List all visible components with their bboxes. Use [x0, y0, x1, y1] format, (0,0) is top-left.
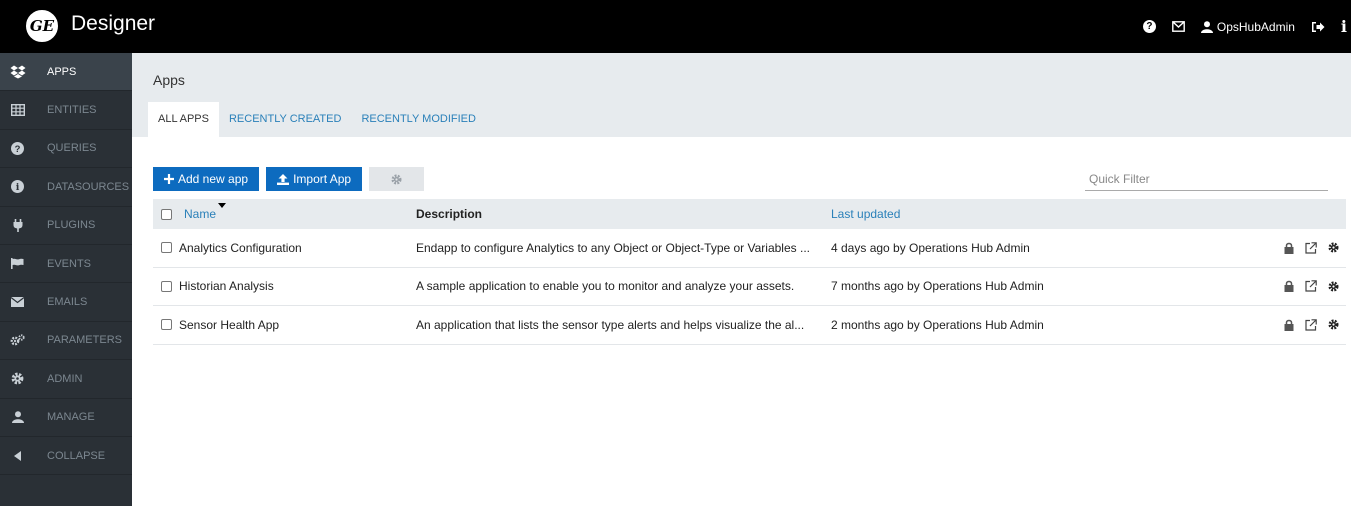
- add-new-app-label: Add new app: [178, 172, 249, 186]
- external-link-icon[interactable]: [1305, 318, 1317, 331]
- sidebar-item-label: COLLAPSE: [47, 449, 106, 462]
- column-header-last-updated[interactable]: Last updated: [831, 207, 1131, 221]
- sidebar-item-label: QUERIES: [47, 142, 97, 155]
- gear-icon[interactable]: [1328, 319, 1339, 331]
- lock-icon[interactable]: [1284, 242, 1294, 254]
- upload-icon: [277, 173, 290, 185]
- column-header-name[interactable]: Name: [184, 203, 227, 221]
- sidebar-item-label: PLUGINS: [47, 219, 96, 232]
- add-new-app-button[interactable]: Add new app: [153, 167, 260, 191]
- sidebar-item-label: MANAGE: [47, 411, 95, 424]
- sidebar-item-admin[interactable]: ADMIN: [0, 360, 132, 399]
- sidebar-item-label: ENTITIES: [47, 104, 97, 117]
- sidebar-item-queries[interactable]: ? QUERIES: [0, 130, 132, 169]
- page-title: Apps: [153, 72, 185, 88]
- sidebar-item-label: EVENTS: [47, 257, 92, 270]
- app-description: Endapp to configure Analytics to any Obj…: [416, 240, 810, 255]
- lock-icon[interactable]: [1284, 319, 1294, 331]
- app-description: An application that lists the sensor typ…: [416, 317, 805, 332]
- app-name[interactable]: Sensor Health App: [179, 318, 279, 332]
- column-header-description: Description: [416, 207, 483, 221]
- page-header: Apps ALL APPS RECENTLY CREATED RECENTLY …: [132, 53, 1351, 137]
- gear-icon: [8, 372, 27, 385]
- table-header: Name Description Last updated: [153, 199, 1346, 229]
- gear-icon: [391, 174, 402, 184]
- tab-recently-created[interactable]: RECENTLY CREATED: [219, 102, 351, 137]
- app-description: A sample application to enable you to mo…: [416, 279, 795, 294]
- import-app-button[interactable]: Import App: [266, 167, 363, 191]
- plug-icon: [8, 218, 27, 232]
- row-checkbox[interactable]: [161, 280, 172, 292]
- info-circle-icon: i: [8, 180, 27, 194]
- dropbox-icon: [8, 65, 27, 79]
- ge-logo: GE: [26, 10, 58, 42]
- table-row[interactable]: Sensor Health App An application that li…: [153, 306, 1346, 345]
- app-name[interactable]: Historian Analysis: [179, 279, 274, 293]
- app-last-updated: 7 months ago by Operations Hub Admin: [831, 279, 1044, 294]
- sidebar-item-datasources[interactable]: i DATASOURCES: [0, 168, 132, 207]
- envelope-icon[interactable]: [1171, 21, 1185, 32]
- sidebar-item-label: ADMIN: [47, 372, 83, 385]
- table-row[interactable]: Analytics Configuration Endapp to config…: [153, 229, 1346, 268]
- top-bar-actions: ? OpsHubAdmin i: [1142, 0, 1351, 53]
- sidebar-item-label: DATASOURCES: [47, 180, 130, 193]
- app-name[interactable]: Analytics Configuration: [179, 241, 302, 255]
- tab-recently-modified[interactable]: RECENTLY MODIFIED: [351, 102, 486, 137]
- select-all-checkbox[interactable]: [161, 208, 172, 220]
- app-title: Designer: [71, 12, 156, 35]
- app-last-updated: 4 days ago by Operations Hub Admin: [831, 240, 1030, 255]
- external-link-icon[interactable]: [1305, 280, 1317, 292]
- top-bar: GE Designer ? OpsHubAdmin i: [0, 0, 1351, 53]
- cogs-icon: [8, 334, 27, 346]
- plus-icon: [164, 174, 174, 184]
- gear-icon[interactable]: [1328, 242, 1339, 254]
- table-row[interactable]: Historian Analysis A sample application …: [153, 268, 1346, 306]
- user-name: OpsHubAdmin: [1216, 19, 1295, 34]
- toolbar: Add new app Import App: [153, 167, 425, 191]
- main-content: Apps ALL APPS RECENTLY CREATED RECENTLY …: [132, 53, 1351, 506]
- quick-filter-input[interactable]: [1085, 167, 1328, 191]
- sidebar-item-entities[interactable]: ENTITIES: [0, 91, 132, 130]
- sidebar-item-apps[interactable]: APPS: [0, 53, 132, 92]
- app-last-updated: 2 months ago by Operations Hub Admin: [831, 317, 1044, 332]
- user-icon: [1200, 20, 1213, 33]
- import-app-label: Import App: [293, 172, 352, 186]
- caret-left-icon: [8, 450, 27, 461]
- sign-out-icon[interactable]: [1311, 21, 1325, 33]
- user-icon: [8, 411, 27, 424]
- sidebar-item-label: APPS: [47, 65, 77, 78]
- info-icon[interactable]: i: [1341, 17, 1347, 36]
- external-link-icon[interactable]: [1305, 241, 1317, 254]
- sidebar-item-manage[interactable]: MANAGE: [0, 399, 132, 437]
- flag-icon: [8, 258, 27, 270]
- gear-icon[interactable]: [1328, 280, 1339, 292]
- envelope-icon: [8, 297, 27, 308]
- lock-icon[interactable]: [1284, 280, 1294, 293]
- sidebar-item-plugins[interactable]: PLUGINS: [0, 207, 132, 245]
- sidebar-item-parameters[interactable]: PARAMETERS: [0, 322, 132, 361]
- settings-button[interactable]: [369, 167, 425, 191]
- svg-text:i: i: [16, 183, 20, 194]
- sidebar-item-label: EMAILS: [47, 296, 88, 309]
- question-circle-icon: ?: [8, 141, 27, 155]
- row-checkbox[interactable]: [161, 242, 172, 254]
- row-checkbox[interactable]: [161, 319, 172, 331]
- sidebar-item-label: PARAMETERS: [47, 334, 122, 347]
- sidebar-item-emails[interactable]: EMAILS: [0, 283, 132, 322]
- sort-desc-icon: [218, 203, 227, 208]
- apps-table: Name Description Last updated Analytics …: [153, 199, 1346, 345]
- svg-text:?: ?: [15, 144, 21, 155]
- tab-all-apps[interactable]: ALL APPS: [148, 102, 219, 137]
- sidebar-item-collapse[interactable]: COLLAPSE: [0, 437, 132, 476]
- user-menu[interactable]: OpsHubAdmin: [1200, 19, 1295, 34]
- sidebar-item-events[interactable]: EVENTS: [0, 245, 132, 284]
- tab-bar: ALL APPS RECENTLY CREATED RECENTLY MODIF…: [148, 102, 486, 137]
- sidebar: APPS ENTITIES ? QUERIES i DATASOURCES PL…: [0, 53, 132, 506]
- help-icon[interactable]: ?: [1142, 20, 1156, 33]
- table-icon: [8, 104, 27, 117]
